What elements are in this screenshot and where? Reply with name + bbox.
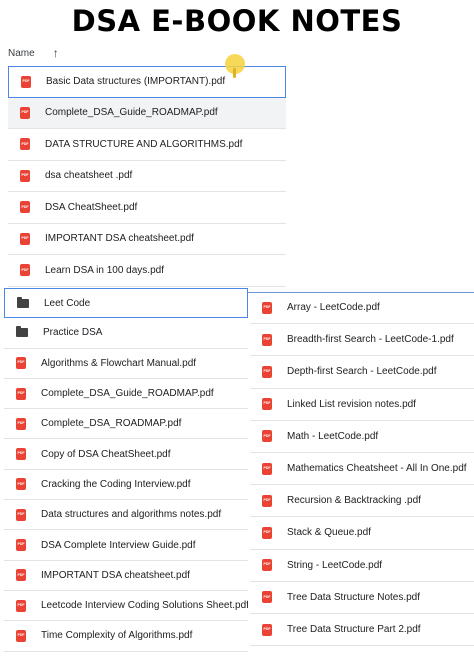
item-label: Algorithms & Flowchart Manual.pdf (41, 357, 197, 369)
pdf-file-icon: PDF (20, 264, 30, 277)
file-row[interactable]: PDF DSA Complete Interview Guide.pdf (4, 530, 248, 561)
file-row[interactable]: PDF Leetcode Interview Coding Solutions S… (4, 591, 248, 622)
item-label: Linked List revision notes.pdf (287, 398, 416, 410)
sort-ascending-icon[interactable]: ↑ (53, 46, 59, 60)
pointer-highlight-icon (225, 54, 245, 78)
item-label: Complete_DSA_ROADMAP.pdf (41, 418, 182, 430)
file-row[interactable]: PDF Cracking the Coding Interview.pdf (4, 470, 248, 501)
pdf-file-icon: PDF (262, 301, 272, 314)
file-row[interactable]: PDF Learn DSA in 100 days.pdf (8, 255, 286, 287)
pdf-file-icon: PDF (20, 232, 30, 245)
pdf-file-icon: PDF (16, 508, 26, 521)
pdf-file-icon: PDF (16, 478, 26, 491)
pdf-file-icon: PDF (20, 169, 30, 182)
file-row[interactable]: PDF Tree Data Structure Notes.pdf (250, 582, 474, 614)
file-row[interactable]: PDF dsa cheatsheet .pdf (8, 161, 286, 192)
pdf-file-icon: PDF (262, 333, 272, 346)
file-row[interactable]: PDF Time Complexity of Algorithms.pdf (4, 621, 248, 652)
item-label: Leetcode Interview Coding Solutions Shee… (41, 600, 248, 612)
item-label: DSA CheatSheet.pdf (45, 201, 138, 213)
item-label: Complete_DSA_Guide_ROADMAP.pdf (45, 107, 218, 119)
pdf-file-icon: PDF (262, 398, 272, 411)
file-row[interactable]: PDF Breadth-first Search - LeetCode-1.pdf (250, 324, 474, 357)
pdf-file-icon: PDF (16, 599, 26, 612)
item-label: Tree Data Structure Notes.pdf (287, 591, 421, 603)
pdf-file-icon: PDF (262, 526, 272, 539)
pdf-file-icon: PDF (262, 559, 272, 572)
item-label: DSA Complete Interview Guide.pdf (41, 539, 196, 551)
pdf-file-icon: PDF (262, 494, 272, 507)
pdf-file-icon: PDF (262, 430, 272, 443)
file-row[interactable]: PDF IMPORTANT DSA cheatsheet.pdf (4, 561, 248, 591)
file-row[interactable]: PDF Data structures and algorithms notes.… (4, 500, 248, 531)
pdf-file-icon: PDF (16, 417, 26, 430)
file-row[interactable]: PDF Tree Data Structure Part 2.pdf (250, 614, 474, 647)
file-row[interactable]: PDF Stack & Queue.pdf (250, 517, 474, 550)
pdf-file-icon: PDF (262, 365, 272, 378)
folder-icon (16, 326, 28, 338)
file-row[interactable]: PDF Recursion & Backtracking .pdf (250, 485, 474, 518)
file-row[interactable]: PDF Complete_DSA_ROADMAP.pdf (4, 409, 248, 440)
folder-row[interactable]: Practice DSA (4, 318, 248, 349)
file-row[interactable]: PDF Complete_DSA_Guide_ROADMAP.pdf (4, 379, 248, 410)
column-header-name[interactable]: Name ↑ (8, 45, 59, 61)
file-row[interactable]: PDF Array - LeetCode.pdf (250, 292, 474, 325)
pdf-file-icon: PDF (16, 569, 26, 582)
item-label: Stack & Queue.pdf (287, 527, 371, 539)
file-row[interactable]: PDF Basic Data structures (IMPORTANT).pdf (8, 66, 286, 98)
pdf-file-icon: PDF (16, 539, 26, 552)
file-row[interactable]: PDF Complete_DSA_Guide_ROADMAP.pdf (8, 97, 286, 129)
file-row[interactable]: PDF Copy of DSA CheatSheet.pdf (4, 440, 248, 470)
pdf-file-icon: PDF (262, 462, 272, 475)
item-label: IMPORTANT DSA cheatsheet.pdf (41, 569, 190, 581)
page-title: DSA E-BOOK NOTES (71, 4, 403, 38)
pdf-file-icon: PDF (262, 623, 272, 636)
item-label: Complete_DSA_Guide_ROADMAP.pdf (41, 388, 214, 400)
item-label: Time Complexity of Algorithms.pdf (41, 630, 193, 642)
item-label: Leet Code (44, 297, 91, 309)
item-label: Basic Data structures (IMPORTANT).pdf (46, 76, 226, 88)
item-label: Cracking the Coding Interview.pdf (41, 478, 191, 490)
file-row[interactable]: PDF String - LeetCode.pdf (250, 550, 474, 582)
item-label: Learn DSA in 100 days.pdf (45, 264, 164, 276)
file-row[interactable]: PDF Math - LeetCode.pdf (250, 421, 474, 453)
item-label: Practice DSA (43, 327, 103, 339)
item-label: Data structures and algorithms notes.pdf (41, 509, 222, 521)
item-label: IMPORTANT DSA cheatsheet.pdf (45, 233, 194, 245)
file-row[interactable]: PDF IMPORTANT DSA cheatsheet.pdf (8, 224, 286, 255)
file-row[interactable]: PDF DSA CheatSheet.pdf (8, 192, 286, 224)
file-row[interactable]: PDF DATA STRUCTURE AND ALGORITHMS.pdf (8, 129, 286, 161)
pdf-file-icon: PDF (20, 106, 30, 119)
pdf-file-icon: PDF (16, 357, 26, 370)
pdf-file-icon: PDF (21, 75, 31, 88)
item-label: Array - LeetCode.pdf (287, 302, 380, 314)
item-label: DATA STRUCTURE AND ALGORITHMS.pdf (45, 138, 243, 150)
item-label: Breadth-first Search - LeetCode-1.pdf (287, 334, 454, 346)
folder-icon (17, 296, 29, 308)
folder-row[interactable]: Leet Code (4, 288, 248, 319)
item-label: Tree Data Structure Part 2.pdf (287, 624, 421, 636)
pdf-file-icon: PDF (16, 387, 26, 400)
pdf-file-icon: PDF (262, 591, 272, 604)
file-row[interactable]: PDF Algorithms & Flowchart Manual.pdf (4, 349, 248, 379)
item-label: Mathematics Cheatsheet - All In One.pdf (287, 463, 467, 475)
item-label: Recursion & Backtracking .pdf (287, 495, 421, 507)
pdf-file-icon: PDF (16, 629, 26, 642)
pdf-file-icon: PDF (16, 448, 26, 461)
file-row[interactable]: PDF Mathematics Cheatsheet - All In One.p… (250, 453, 474, 486)
file-row[interactable]: PDF Linked List revision notes.pdf (250, 389, 474, 421)
item-label: String - LeetCode.pdf (287, 559, 383, 571)
item-label: Depth-first Search - LeetCode.pdf (287, 366, 437, 378)
item-label: dsa cheatsheet .pdf (45, 170, 133, 182)
pdf-file-icon: PDF (20, 201, 30, 214)
pdf-file-icon: PDF (20, 138, 30, 151)
item-label: Copy of DSA CheatSheet.pdf (41, 448, 171, 460)
column-header-label: Name (8, 47, 35, 59)
file-row[interactable]: PDF Depth-first Search - LeetCode.pdf (250, 356, 474, 389)
item-label: Math - LeetCode.pdf (287, 430, 379, 442)
